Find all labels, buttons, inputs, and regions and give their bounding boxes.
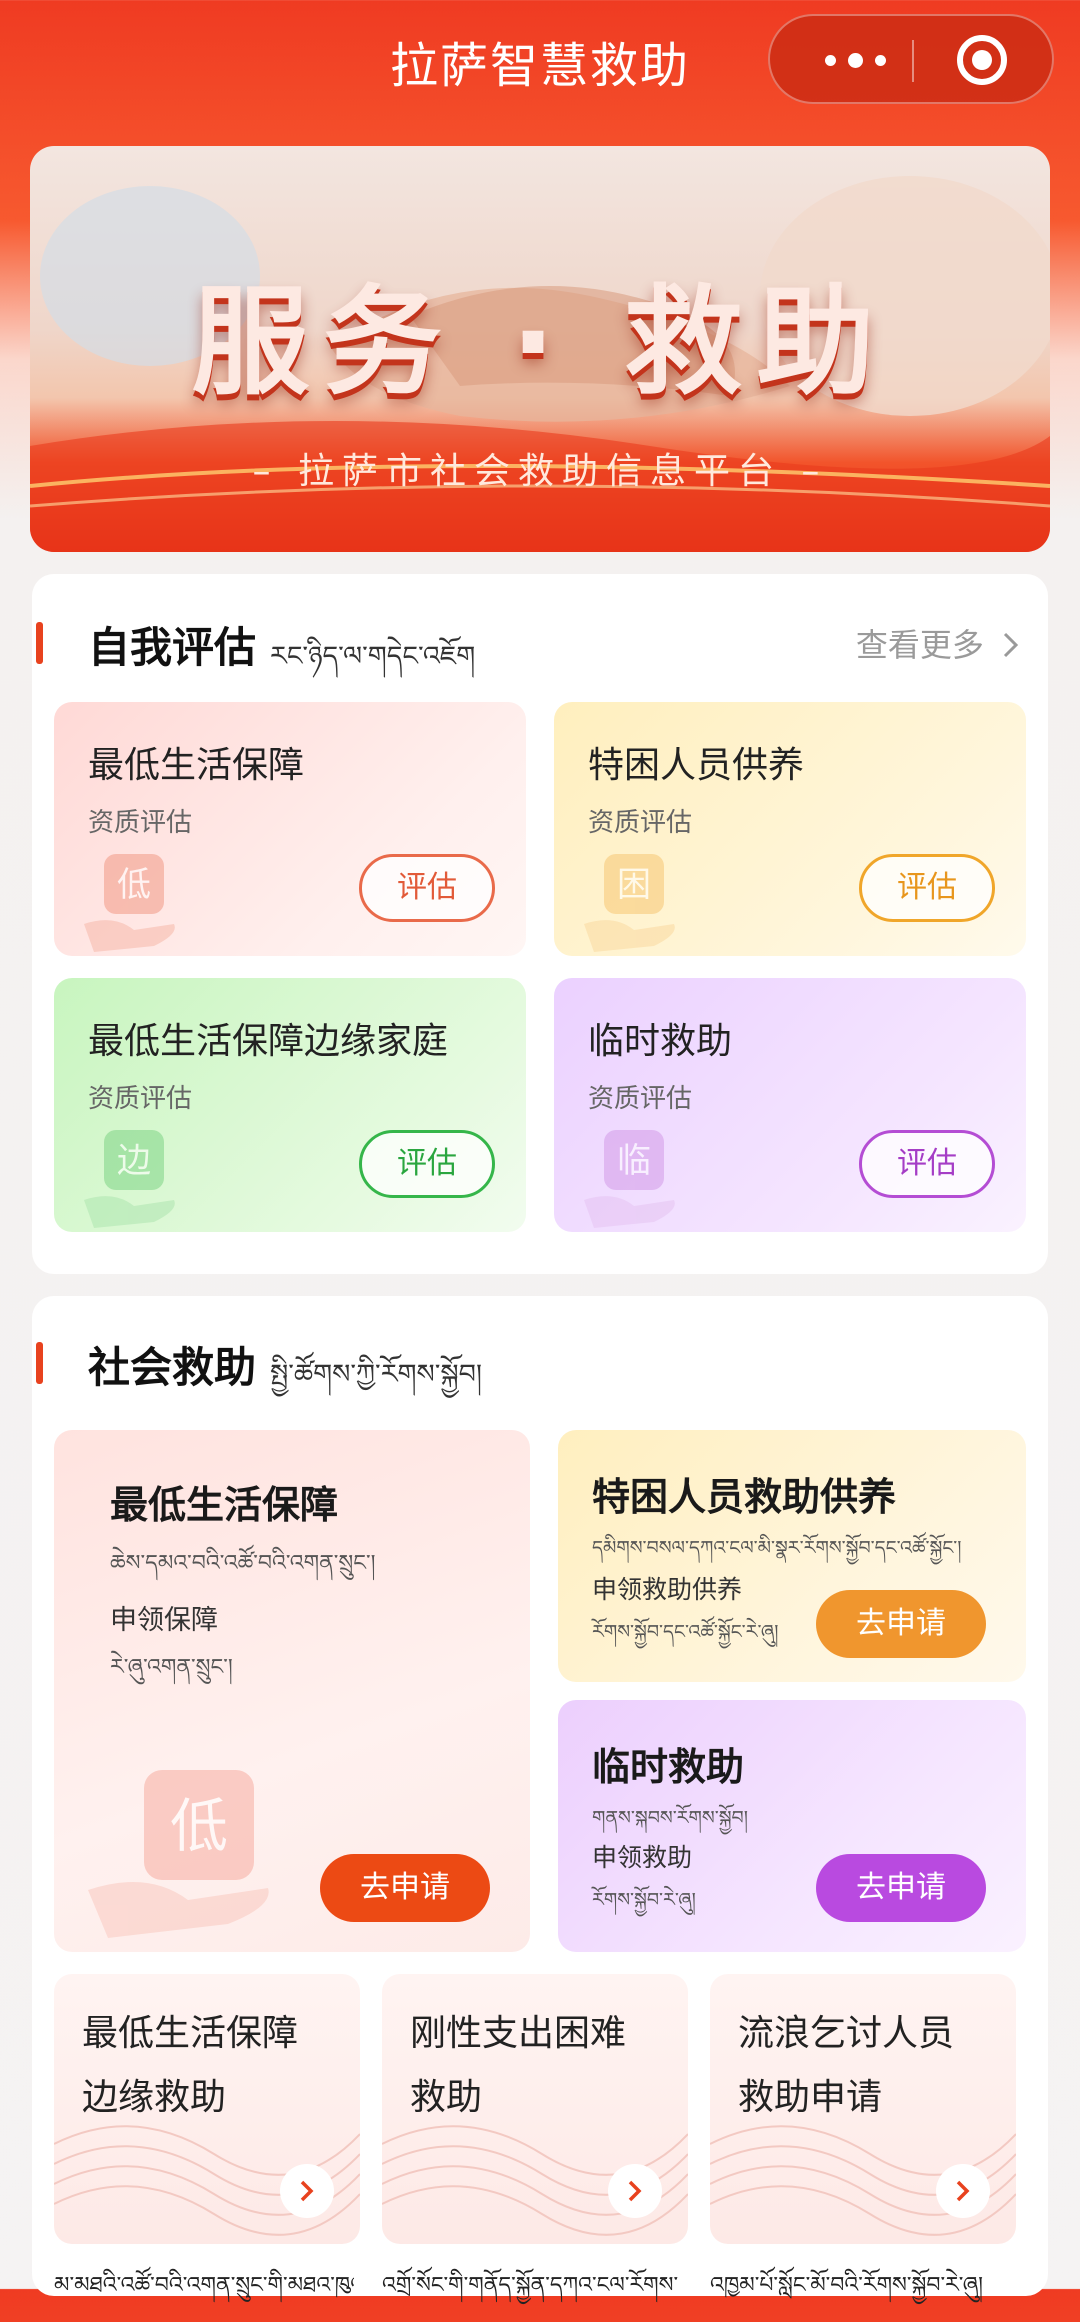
svg-text:边: 边: [117, 1141, 151, 1181]
section-title-tibetan: སྤྱི་ཚོགས་ཀྱི་རོགས་སྐྱོབ།: [270, 1359, 482, 1390]
card-title: 特困人员供养: [588, 745, 805, 786]
assess-card-tekun[interactable]: 特困人员供养 资质评估 困 评估: [554, 702, 1026, 956]
arrow-button[interactable]: [936, 2164, 990, 2218]
social-aid-section: 社会救助 སྤྱི་ཚོགས་ཀྱི་རོགས་སྐྱོབ། 最低生活保障 ཆེ…: [32, 1296, 1048, 2296]
section-accent-bar: [36, 622, 43, 664]
hero-banner[interactable]: 服务 · 救助 – 拉萨市社会救助信息平台 –: [30, 146, 1050, 552]
card-title: 临时救助: [588, 1021, 733, 1062]
dibao-hand-icon: 低: [88, 1770, 269, 1938]
assess-button[interactable]: 评估: [359, 1130, 495, 1198]
apply-button[interactable]: 去申请: [816, 1590, 986, 1658]
card-title: 临时救助: [592, 1745, 745, 1789]
service-card-liulang[interactable]: 流浪乞讨人员 救助申请: [710, 1974, 1016, 2244]
banner-subtitle: – 拉萨市社会救助信息平台 –: [252, 451, 828, 492]
section-title-tibetan: རང་ཉིད་ལ་གདེང་འཇོག: [270, 641, 476, 672]
service-card-gangxing[interactable]: 刚性支出困难 救助: [382, 1974, 688, 2244]
apply-card-tekun[interactable]: 特困人员救助供养 དམིགས་བསལ་དཀའ་ངལ་མི་སྣར་རོགས་སྐ…: [558, 1430, 1026, 1682]
section-accent-bar: [36, 1342, 43, 1384]
view-more-link[interactable]: 查看更多: [856, 620, 1022, 666]
service-card-line1: 刚性支出困难: [410, 2013, 627, 2054]
capsule-divider: [912, 40, 914, 82]
card-subtitle: 资质评估: [88, 808, 193, 838]
chevron-right-icon: [1003, 632, 1019, 658]
assess-card-bianyuan[interactable]: 最低生活保障边缘家庭 资质评估 边 评估: [54, 978, 526, 1232]
card-subtitle-tibetan: རོགས་སྐྱོབ་དང་འཚོ་སྐྱོང་རེ་ཞུ།: [592, 1621, 779, 1643]
mini-program-capsule: [768, 14, 1054, 104]
chevron-right-icon: [956, 2180, 970, 2202]
apply-card-dibao[interactable]: 最低生活保障 ཆེས་དམའ་བའི་འཚོ་བའི་འགན་སྲུང་། 申领…: [54, 1430, 530, 1952]
card-subtitle: 资质评估: [588, 808, 693, 838]
assess-button[interactable]: 评估: [859, 854, 995, 922]
assess-card-linshi[interactable]: 临时救助 资质评估 临 评估: [554, 978, 1026, 1232]
linshi-hand-icon: 临: [584, 1130, 675, 1228]
card-title: 最低生活保障边缘家庭: [88, 1021, 449, 1062]
service-card-line1: 最低生活保障: [82, 2013, 299, 2054]
self-assessment-section: 自我评估 རང་ཉིད་ལ་གདེང་འཇོག 查看更多 最低生活保障 资质评估…: [32, 574, 1048, 1274]
banner-headline: 服务 · 救助: [191, 273, 889, 411]
service-card-tibetan: འགྲོ་སོང་གི་གནོད་སྐྱོན་དཀའ་ངལ་རོགས་: [382, 2273, 679, 2298]
service-card-line2: 救助申请: [738, 2077, 883, 2118]
service-card-title: 最低生活保障 边缘救助: [82, 2002, 298, 2130]
close-target-icon[interactable]: [954, 32, 1010, 88]
card-title: 最低生活保障: [110, 1483, 339, 1527]
apply-button[interactable]: 去申请: [320, 1854, 490, 1922]
arrow-button[interactable]: [608, 2164, 662, 2218]
more-options-icon[interactable]: [810, 36, 900, 84]
chevron-right-icon: [628, 2180, 642, 2202]
service-card-line1: 流浪乞讨人员: [738, 2013, 955, 2054]
section-title: 自我评估: [88, 623, 257, 672]
apply-card-linshi[interactable]: 临时救助 གནས་སྐབས་རོགས་སྐྱོབ། 申领救助 རོགས་སྐྱོ…: [558, 1700, 1026, 1952]
svg-text:低: 低: [170, 1792, 228, 1860]
card-subtitle-tibetan: རེ་ཞུ་འགན་སྲུང་།: [110, 1655, 233, 1680]
assess-card-dibao[interactable]: 最低生活保障 资质评估 低 评估: [54, 702, 526, 956]
card-title-tibetan: ཆེས་དམའ་བའི་འཚོ་བའི་འགན་སྲུང་།: [110, 1551, 376, 1576]
tekun-hand-icon: 困: [584, 854, 675, 952]
service-card-bianyuan[interactable]: 最低生活保障 边缘救助: [54, 1974, 360, 2244]
apply-button[interactable]: 去申请: [816, 1854, 986, 1922]
top-bar: 拉萨智慧救助: [0, 0, 1080, 120]
card-subtitle: 资质评估: [88, 1084, 193, 1114]
section-title: 社会救助: [88, 1343, 257, 1392]
card-title: 特困人员救助供养: [592, 1475, 897, 1519]
arrow-button[interactable]: [280, 2164, 334, 2218]
service-card-tibetan: མ་མཐའི་འཚོ་བའི་འགན་སྲུང་གི་མཐའ་ཁུལ་: [54, 2273, 354, 2298]
service-card-title: 流浪乞讨人员 救助申请: [738, 2002, 954, 2130]
service-card-line2: 边缘救助: [82, 2077, 227, 2118]
chevron-right-icon: [300, 2180, 314, 2202]
assess-button[interactable]: 评估: [359, 854, 495, 922]
card-subtitle: 申领救助: [592, 1843, 693, 1872]
service-card-line2: 救助: [410, 2077, 483, 2118]
dibao-hand-icon: 低: [84, 854, 175, 952]
card-subtitle: 申领保障: [110, 1605, 218, 1636]
card-subtitle-tibetan: རོགས་སྐྱོབ་རེ་ཞུ།: [592, 1889, 696, 1911]
card-title: 最低生活保障: [88, 745, 305, 786]
bianyuan-hand-icon: 边: [84, 1130, 175, 1228]
card-subtitle: 申领救助供养: [592, 1575, 743, 1604]
service-card-title: 刚性支出困难 救助: [410, 2002, 626, 2130]
service-card-tibetan: འཁྱམ་པོ་སློང་མོ་བའི་རོགས་སྐྱོབ་རེ་ཞུ།: [710, 2273, 984, 2298]
card-subtitle: 资质评估: [588, 1084, 693, 1114]
assess-button[interactable]: 评估: [859, 1130, 995, 1198]
view-more-label: 查看更多: [855, 626, 984, 664]
svg-text:困: 困: [617, 865, 651, 905]
svg-text:低: 低: [117, 865, 151, 905]
svg-text:临: 临: [617, 1141, 651, 1181]
